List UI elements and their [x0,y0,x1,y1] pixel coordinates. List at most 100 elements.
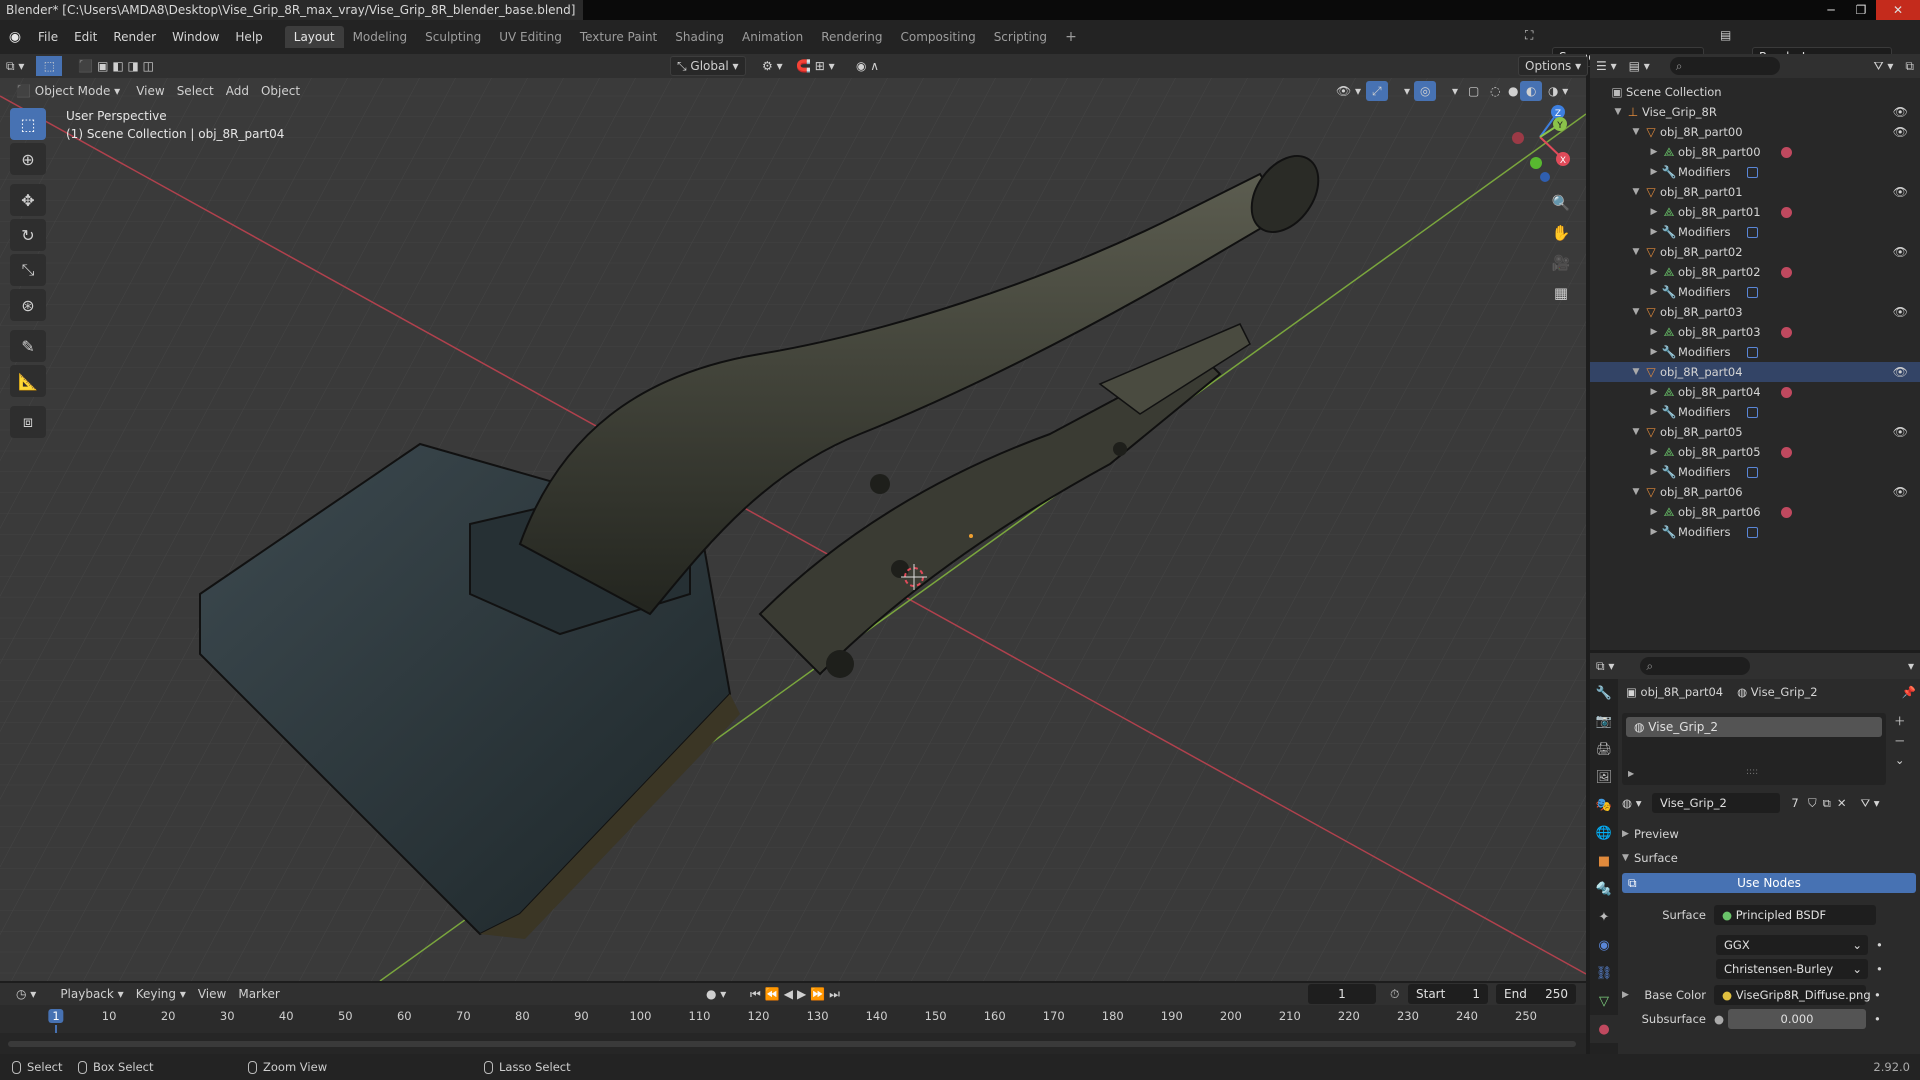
outliner-modifiers-row[interactable]: ▶ 🔧 Modifiers [1590,342,1920,362]
camera-view-icon[interactable]: 🎥 [1548,250,1574,276]
select-box-tool-icon[interactable]: ⬚ [10,108,46,140]
menu-window[interactable]: Window [164,30,227,44]
menu-marker[interactable]: Marker [232,984,285,1004]
collection-row[interactable]: ▼ ⊥ Vise_Grip_8R 👁 [1590,102,1920,122]
tab-sculpting[interactable]: Sculpting [416,26,490,48]
menu-playback[interactable]: Playback ▾ [54,984,129,1004]
tab-uv-editing[interactable]: UV Editing [490,26,571,48]
expand-arrow-icon[interactable]: ▶ [1648,527,1660,537]
physics-tab-icon[interactable]: ◉ [1590,931,1618,959]
slot-menu-icon[interactable]: ⌄ [1895,753,1905,767]
filter-icon[interactable]: ⛛ ▾ [1868,56,1900,76]
cursor-tool-icon[interactable]: ⊕ [10,143,46,175]
expand-arrow-icon[interactable]: ▶ [1648,447,1660,457]
select-mode-icons[interactable]: ⬛ ▣ ◧ ◨ ◫ [72,56,160,76]
menu-file[interactable]: File [30,30,66,44]
constraints-tab-icon[interactable]: ⛓ [1590,959,1618,987]
playhead-line[interactable] [55,1025,57,1033]
keyframe-dot-icon[interactable]: • [1874,988,1881,1002]
tab-shading[interactable]: Shading [666,26,733,48]
timeline-menu-view[interactable]: View [192,984,232,1004]
snap-icon[interactable]: 🧲 ⊞ ▾ [790,56,841,76]
expand-arrow-icon[interactable]: ▶ [1648,467,1660,477]
options-dropdown[interactable]: Options ▾ [1518,56,1589,76]
expand-arrow-icon[interactable]: ▶ [1648,227,1660,237]
outliner-object-row[interactable]: ▼ ▽ obj_8R_part02 👁 [1590,242,1920,262]
measure-tool-icon[interactable]: 📐 [10,365,46,397]
material-slot[interactable]: ◍ Vise_Grip_2 [1626,717,1882,737]
modifier-tab-icon[interactable]: 🔩 [1590,875,1618,903]
auto-keying-icon[interactable]: ● ▾ [700,984,732,1004]
overlays-icon[interactable]: ◎ [1414,81,1437,101]
new-collection-icon[interactable]: ⧉ [1899,56,1920,76]
3d-viewport[interactable]: Z X Y [0,54,1586,981]
subsurface-method-dropdown[interactable]: Christensen-Burley ⌄ [1716,959,1868,979]
modifier-toggle-icon[interactable] [1746,406,1758,418]
transform-tool-icon[interactable]: ⊛ [10,289,46,321]
scene-collection-row[interactable]: ▣ Scene Collection [1590,82,1920,102]
fake-user-icon[interactable]: ⛉ [1808,796,1817,811]
tab-compositing[interactable]: Compositing [891,26,984,48]
menu-add[interactable]: Add [220,81,255,101]
surface-shader-field[interactable]: ● Principled BSDF [1714,905,1876,925]
outliner-object-row[interactable]: ▼ ▽ obj_8R_part00 👁 [1590,122,1920,142]
surface-panel-header[interactable]: ▼ Surface [1622,851,1678,865]
outliner-modifiers-row[interactable]: ▶ 🔧 Modifiers [1590,402,1920,422]
distribution-dropdown[interactable]: GGX ⌄ [1716,935,1868,955]
outliner-mesh-row[interactable]: ▶ ⟁ obj_8R_part05 [1590,442,1920,462]
use-nodes-button[interactable]: ⧉ Use Nodes [1622,873,1916,893]
outliner-mesh-row[interactable]: ▶ ⟁ obj_8R_part00 [1590,142,1920,162]
expand-input-icon[interactable]: ▶ [1622,990,1632,1000]
outliner-modifiers-row[interactable]: ▶ 🔧 Modifiers [1590,162,1920,182]
start-frame-field[interactable]: Start 1 [1408,984,1488,1004]
object-tab-icon[interactable]: ■ [1590,847,1618,875]
view-layer-tab-icon[interactable]: 🖼 [1590,763,1618,791]
properties-options-icon[interactable]: ▾ [1902,656,1920,676]
menu-help[interactable]: Help [227,30,270,44]
modifier-toggle-icon[interactable] [1746,346,1758,358]
blender-logo-icon[interactable]: ◉ [0,29,30,45]
outliner-modifiers-row[interactable]: ▶ 🔧 Modifiers [1590,282,1920,302]
tab-layout[interactable]: Layout [284,26,344,48]
expand-arrow-icon[interactable]: ▶ [1648,407,1660,417]
gizmo-toggle-icon[interactable]: ⤢ [1366,81,1388,101]
add-cube-tool-icon[interactable]: ⧈ [10,406,46,438]
tab-modeling[interactable]: Modeling [344,26,417,48]
keyframe-dot-icon[interactable]: • [1876,938,1883,952]
expand-arrow-icon[interactable]: ▶ [1648,207,1660,217]
expand-arrow-icon[interactable]: ▶ [1648,507,1660,517]
outliner-object-row[interactable]: ▼ ▽ obj_8R_part06 👁 [1590,482,1920,502]
close-icon[interactable]: ✕ [1876,0,1920,20]
visibility-eye-icon[interactable]: 👁 [1893,105,1908,119]
outliner-object-row[interactable]: ▼ ▽ obj_8R_part05 👁 [1590,422,1920,442]
ortho-toggle-icon[interactable]: ▦ [1548,280,1574,306]
outliner-modifiers-row[interactable]: ▶ 🔧 Modifiers [1590,462,1920,482]
expand-arrow-icon[interactable]: ▶ [1648,267,1660,277]
display-mode-icon[interactable]: ▤ ▾ [1623,56,1656,76]
use-preview-range-icon[interactable]: ⏱ [1384,984,1405,1004]
properties-search-input[interactable]: ⌕ [1640,657,1751,675]
scene-tab-icon[interactable]: 🎭 [1590,791,1618,819]
modifier-toggle-icon[interactable] [1746,466,1758,478]
duplicate-material-icon[interactable]: ⧉ [1823,796,1831,811]
subsurface-value-field[interactable]: 0.000 [1728,1009,1866,1029]
material-shading-icon[interactable]: ◐ [1520,81,1543,101]
editor-type-icon[interactable]: ⧉ ▾ [0,56,30,76]
add-workspace-button[interactable]: + [1056,25,1086,49]
pivot-point-icon[interactable]: ⚙ ▾ [756,56,789,76]
move-tool-icon[interactable]: ✥ [10,184,46,216]
expand-arrow-icon[interactable]: ▶ [1648,147,1660,157]
outliner-object-row[interactable]: ▼ ▽ obj_8R_part03 👁 [1590,302,1920,322]
visibility-icon[interactable]: 👁 ▾ [1330,81,1367,101]
expand-arrow-icon[interactable]: ▼ [1630,307,1642,317]
properties-editor-type-icon[interactable]: ⧉ ▾ [1590,656,1620,676]
remove-slot-icon[interactable]: － [1894,733,1906,749]
material-icon[interactable] [1780,266,1792,278]
keyframe-dot-icon[interactable]: • [1876,962,1883,976]
visibility-eye-icon[interactable]: 👁 [1893,425,1908,439]
outliner-mesh-row[interactable]: ▶ ⟁ obj_8R_part06 [1590,502,1920,522]
expand-arrow-icon[interactable]: ▼ [1630,127,1642,137]
browse-material-icon[interactable]: ◍ ▾ [1622,796,1652,810]
material-tab-icon[interactable]: ● [1590,1015,1618,1043]
pan-hand-icon[interactable]: ✋ [1548,220,1574,246]
